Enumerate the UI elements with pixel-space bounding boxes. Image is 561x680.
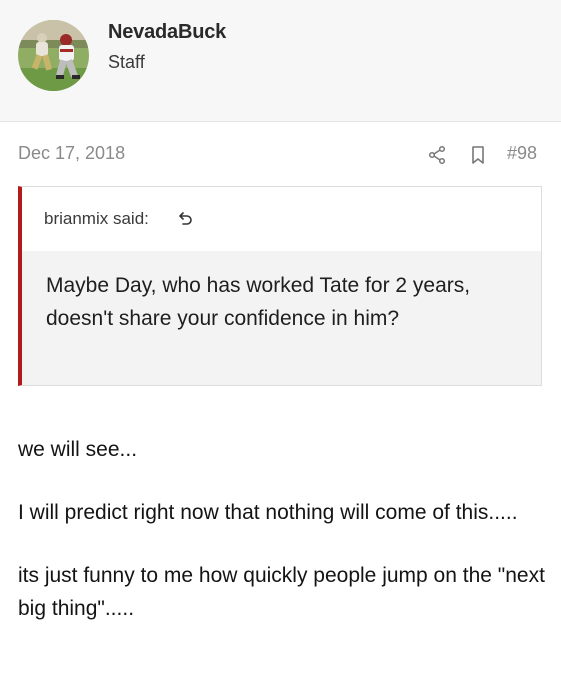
message-paragraph: we will see...: [18, 438, 138, 461]
post-message: we will see... I will predict right now …: [18, 433, 548, 655]
user-title: Staff: [108, 52, 145, 72]
quote-text: Maybe Day, who has worked Tate for 2 yea…: [46, 274, 471, 330]
avatar[interactable]: [18, 20, 89, 91]
message-paragraph: its just funny to me how quickly people …: [18, 564, 545, 620]
quote-jump-icon[interactable]: [178, 210, 194, 226]
message-paragraph: I will predict right now that nothing wi…: [18, 501, 518, 524]
post-date[interactable]: Dec 17, 2018: [18, 143, 125, 164]
post-author-header: NevadaBuck Staff: [0, 0, 561, 122]
quote-header: brianmix said:: [22, 187, 541, 251]
post-number-link[interactable]: #98: [507, 143, 537, 164]
bookmark-icon[interactable]: [468, 145, 488, 165]
quote-block: brianmix said: Maybe Day, who has worked…: [18, 186, 542, 386]
username[interactable]: NevadaBuck: [108, 21, 226, 44]
football-players-photo-icon: [18, 20, 89, 91]
quote-author-link[interactable]: brianmix said:: [44, 209, 149, 229]
share-icon[interactable]: [427, 145, 447, 165]
